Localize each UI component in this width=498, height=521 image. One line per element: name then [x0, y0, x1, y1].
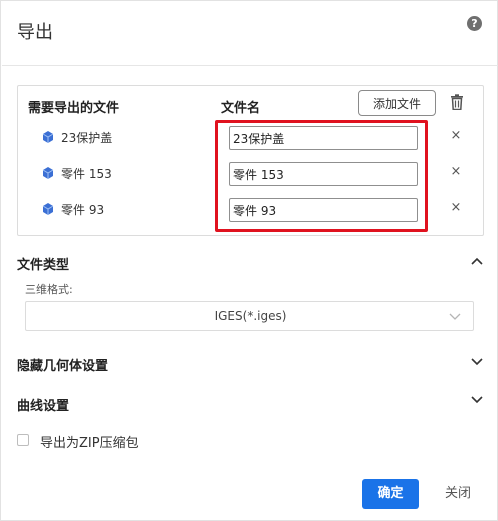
format-select-value: IGES(*.iges)	[214, 309, 287, 323]
close-icon[interactable]: ×	[450, 128, 462, 143]
zip-checkbox-label[interactable]: 导出为ZIP压缩包	[40, 432, 139, 451]
file-row-label: 零件 153	[61, 167, 112, 181]
close-icon[interactable]: ×	[450, 164, 462, 179]
close-icon[interactable]: ×	[450, 200, 462, 215]
file-row-label: 23保护盖	[61, 131, 113, 145]
part-icon	[42, 203, 54, 215]
files-column-header: 需要导出的文件	[28, 101, 120, 116]
chevron-down-icon[interactable]	[471, 396, 483, 404]
chevron-up-icon[interactable]	[471, 257, 483, 265]
dialog-title: 导出	[17, 22, 53, 43]
format-select[interactable]: IGES(*.iges)	[25, 301, 474, 331]
part-icon	[42, 131, 54, 143]
part-icon	[42, 167, 54, 179]
file-row-label: 零件 93	[61, 203, 105, 217]
format-label: 三维格式:	[25, 283, 73, 296]
close-button[interactable]: 关闭	[431, 479, 485, 509]
curve-settings-section-title[interactable]: 曲线设置	[17, 395, 69, 414]
filename-column-header: 文件名	[221, 101, 261, 116]
chevron-down-icon[interactable]	[471, 358, 483, 366]
divider	[2, 65, 498, 66]
hidden-geometry-section-title[interactable]: 隐藏几何体设置	[17, 355, 108, 374]
highlight-annotation	[215, 120, 428, 232]
ok-button[interactable]: 确定	[362, 479, 419, 509]
export-dialog: 导出 ? 需要导出的文件 文件名 添加文件 23保护盖 ×	[0, 0, 498, 521]
help-icon[interactable]: ?	[467, 16, 482, 31]
zip-checkbox[interactable]	[17, 434, 29, 446]
file-type-section-title[interactable]: 文件类型	[17, 254, 69, 273]
add-file-button[interactable]: 添加文件	[358, 90, 436, 116]
chevron-down-icon	[449, 313, 461, 320]
trash-icon[interactable]	[450, 94, 464, 110]
